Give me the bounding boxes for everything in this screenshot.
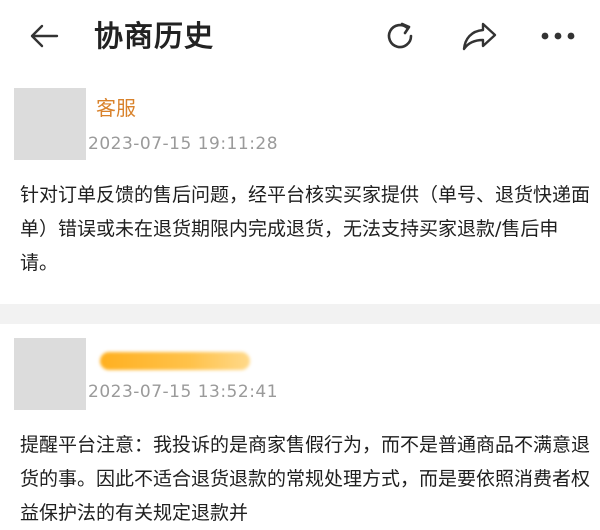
more-dots-icon — [541, 32, 575, 40]
record-message: 针对订单反馈的售后问题，经平台核实买家提供（单号、退货快递面单）错误或未在退货期… — [20, 184, 591, 274]
share-button[interactable] — [460, 16, 500, 56]
back-arrow-icon — [30, 24, 59, 48]
redacted-author-name — [100, 352, 250, 370]
avatar — [14, 338, 86, 410]
share-icon — [462, 22, 497, 51]
more-button[interactable] — [538, 16, 578, 56]
page-title: 协商历史 — [94, 19, 215, 53]
record-message: 提醒平台注意：我投诉的是商家售假行为，而不是普通商品不满意退货的事。因此不适合退… — [20, 434, 591, 524]
back-button[interactable] — [26, 18, 62, 54]
refresh-button[interactable] — [380, 16, 420, 56]
negotiation-record: 2023-07-15 13:52:41 提醒平台注意：我投诉的是商家售假行为，而… — [0, 324, 600, 530]
top-bar: 协商历史 — [0, 0, 600, 74]
refresh-icon — [387, 22, 413, 49]
record-timestamp: 2023-07-15 13:52:41 — [88, 382, 279, 402]
author-name: 客服 — [96, 96, 136, 120]
avatar — [14, 88, 86, 160]
record-timestamp: 2023-07-15 19:11:28 — [88, 134, 279, 154]
negotiation-record: 客服 2023-07-15 19:11:28 针对订单反馈的售后问题，经平台核实… — [0, 74, 600, 304]
